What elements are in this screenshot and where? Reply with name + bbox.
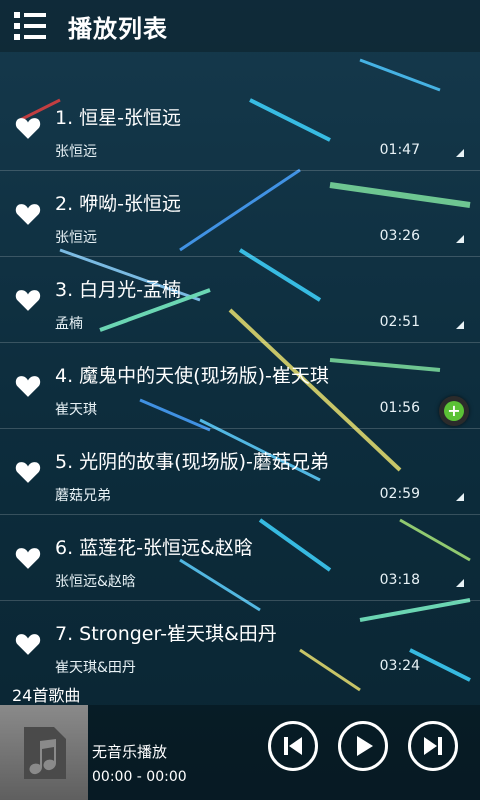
heart-icon[interactable]	[14, 460, 42, 484]
expand-corner-icon[interactable]	[456, 149, 464, 157]
now-playing-title: 无音乐播放	[92, 743, 168, 761]
song-item-7[interactable]: 7. Stronger-崔天琪&田丹 崔天琪&田丹 03:24	[0, 601, 480, 686]
heart-icon[interactable]	[14, 546, 42, 570]
player-bar: 无音乐播放 00:00 - 00:00	[0, 705, 480, 800]
song-artist: 张恒远	[55, 230, 97, 246]
expand-corner-icon[interactable]	[456, 235, 464, 243]
song-title: 7. Stronger-崔天琪&田丹	[55, 623, 277, 645]
album-cover[interactable]	[0, 705, 88, 800]
skip-next-icon	[424, 737, 442, 755]
song-title: 5. 光阴的故事(现场版)-蘑菇兄弟	[55, 451, 329, 473]
heart-icon[interactable]	[14, 632, 42, 656]
song-item-1[interactable]: 1. 恒星-张恒远 张恒远 01:47	[0, 85, 480, 171]
song-duration: 01:56	[379, 400, 420, 416]
song-duration: 03:18	[379, 572, 420, 588]
song-artist: 张恒远&赵晗	[55, 574, 136, 590]
playback-time: 00:00 - 00:00	[92, 769, 187, 785]
song-artist: 张恒远	[55, 144, 97, 160]
list-menu-icon[interactable]	[14, 12, 46, 40]
song-artist: 蘑菇兄弟	[55, 488, 111, 504]
song-duration: 02:51	[379, 314, 420, 330]
add-floating-button[interactable]: +	[439, 396, 469, 426]
song-item-3[interactable]: 3. 白月光-孟楠 孟楠 02:51	[0, 257, 480, 343]
expand-corner-icon[interactable]	[456, 321, 464, 329]
song-artist: 崔天琪	[55, 402, 97, 418]
song-artist: 孟楠	[55, 316, 83, 332]
play-button[interactable]	[338, 721, 388, 771]
song-item-5[interactable]: 5. 光阴的故事(现场版)-蘑菇兄弟 蘑菇兄弟 02:59	[0, 429, 480, 515]
song-item-2[interactable]: 2. 咿呦-张恒远 张恒远 03:26	[0, 171, 480, 257]
next-button[interactable]	[408, 721, 458, 771]
music-note-icon	[24, 727, 66, 779]
song-title: 1. 恒星-张恒远	[55, 107, 182, 129]
heart-icon[interactable]	[14, 202, 42, 226]
song-title: 6. 蓝莲花-张恒远&赵晗	[55, 537, 253, 559]
app-header: 播放列表	[0, 0, 480, 52]
song-duration: 03:26	[379, 228, 420, 244]
play-icon	[357, 736, 373, 756]
song-item-4[interactable]: 4. 魔鬼中的天使(现场版)-崔天琪 崔天琪 01:56	[0, 343, 480, 429]
heart-icon[interactable]	[14, 374, 42, 398]
song-count: 24首歌曲	[12, 686, 81, 705]
page-title: 播放列表	[68, 14, 168, 43]
skip-previous-icon	[284, 737, 302, 755]
song-title: 3. 白月光-孟楠	[55, 279, 182, 301]
song-item-6[interactable]: 6. 蓝莲花-张恒远&赵晗 张恒远&赵晗 03:18	[0, 515, 480, 601]
expand-corner-icon[interactable]	[456, 493, 464, 501]
previous-button[interactable]	[268, 721, 318, 771]
song-artist: 崔天琪&田丹	[55, 660, 136, 676]
plus-icon: +	[444, 401, 464, 421]
heart-icon[interactable]	[14, 288, 42, 312]
song-duration: 03:24	[379, 658, 420, 674]
heart-icon[interactable]	[14, 116, 42, 140]
expand-corner-icon[interactable]	[456, 579, 464, 587]
song-title: 4. 魔鬼中的天使(现场版)-崔天琪	[55, 365, 329, 387]
song-duration: 02:59	[379, 486, 420, 502]
song-list: 1. 恒星-张恒远 张恒远 01:47 2. 咿呦-张恒远 张恒远 03:26 …	[0, 85, 480, 686]
song-title: 2. 咿呦-张恒远	[55, 193, 182, 215]
song-duration: 01:47	[379, 142, 420, 158]
